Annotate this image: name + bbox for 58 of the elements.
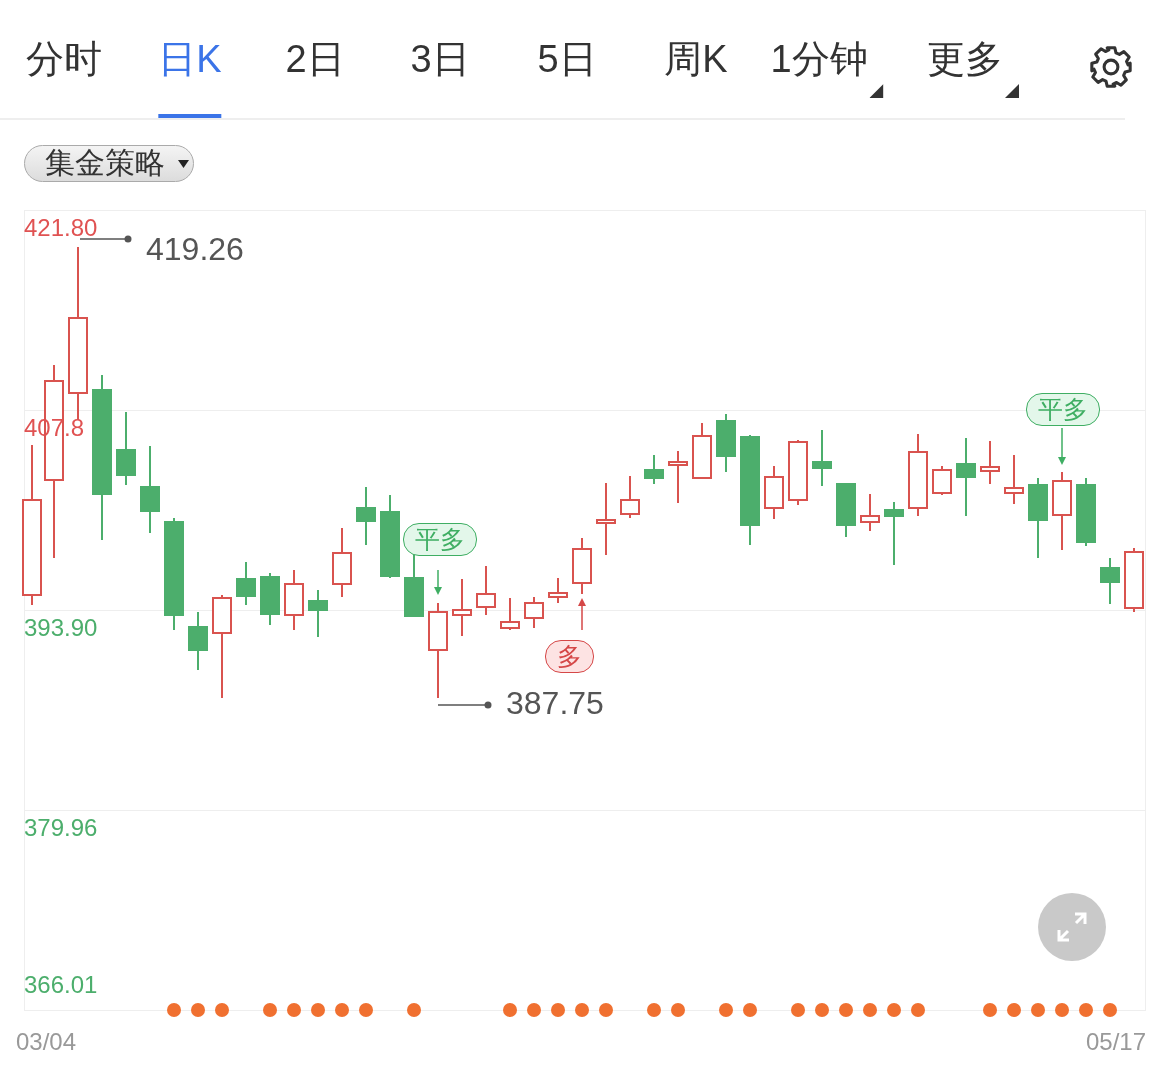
leader-line (79, 235, 132, 243)
axis-label: 393.90 (24, 615, 98, 641)
tab[interactable]: 更多 (927, 0, 1019, 118)
candle (572, 537, 592, 595)
tab[interactable]: 分时 (26, 0, 102, 118)
candle (860, 493, 880, 532)
tab[interactable]: 5日 (537, 0, 597, 118)
axis-label: 366.01 (24, 972, 98, 998)
candle (188, 611, 208, 671)
candle (284, 569, 304, 631)
candle (452, 578, 472, 637)
price-label: 419.26 (146, 232, 244, 266)
candle (236, 561, 256, 606)
candle (1076, 477, 1096, 547)
signal-badge: 平多 (1026, 393, 1100, 426)
candle (1004, 454, 1024, 505)
axis-label: 421.80 (24, 215, 98, 241)
tab[interactable]: 2日 (285, 0, 345, 118)
settings-icon[interactable] (1088, 44, 1134, 90)
candle (980, 440, 1000, 485)
arrow-icon (1058, 427, 1066, 465)
axis-label: 05/17 (1085, 1028, 1146, 1056)
caret-icon (178, 160, 189, 168)
candle (308, 589, 328, 638)
candle (1100, 557, 1120, 605)
tab[interactable]: 周K (664, 0, 728, 118)
candle (260, 572, 280, 626)
candle (1124, 547, 1144, 613)
candle (836, 483, 856, 538)
signal-badge: 平多 (403, 523, 477, 556)
candle (476, 565, 496, 616)
candle (620, 475, 640, 519)
candle (716, 413, 736, 473)
candle (548, 577, 568, 604)
axis-label: 03/04 (16, 1028, 77, 1056)
candle (500, 597, 520, 631)
candle (692, 422, 712, 479)
strategy-dropdown[interactable]: 集金策略 (24, 145, 194, 182)
candle (932, 465, 952, 496)
expand-icon (1055, 910, 1089, 944)
candle (332, 527, 352, 598)
signal-badge: 多 (545, 640, 594, 673)
tab[interactable]: 1分钟 (770, 0, 884, 118)
candle (764, 465, 784, 520)
candle (356, 486, 376, 546)
axis-label: 379.96 (24, 815, 98, 841)
tab[interactable]: 3日 (410, 0, 470, 118)
candle (788, 439, 808, 506)
candle (524, 596, 544, 629)
price-label: 387.75 (506, 686, 604, 720)
candle (644, 454, 664, 485)
tab[interactable]: 日K (158, 0, 222, 118)
arrow-icon (578, 598, 586, 631)
arrow-icon (434, 569, 442, 595)
candle (668, 450, 688, 504)
candle (812, 429, 832, 487)
leader-line (437, 701, 492, 709)
candle (884, 501, 904, 566)
